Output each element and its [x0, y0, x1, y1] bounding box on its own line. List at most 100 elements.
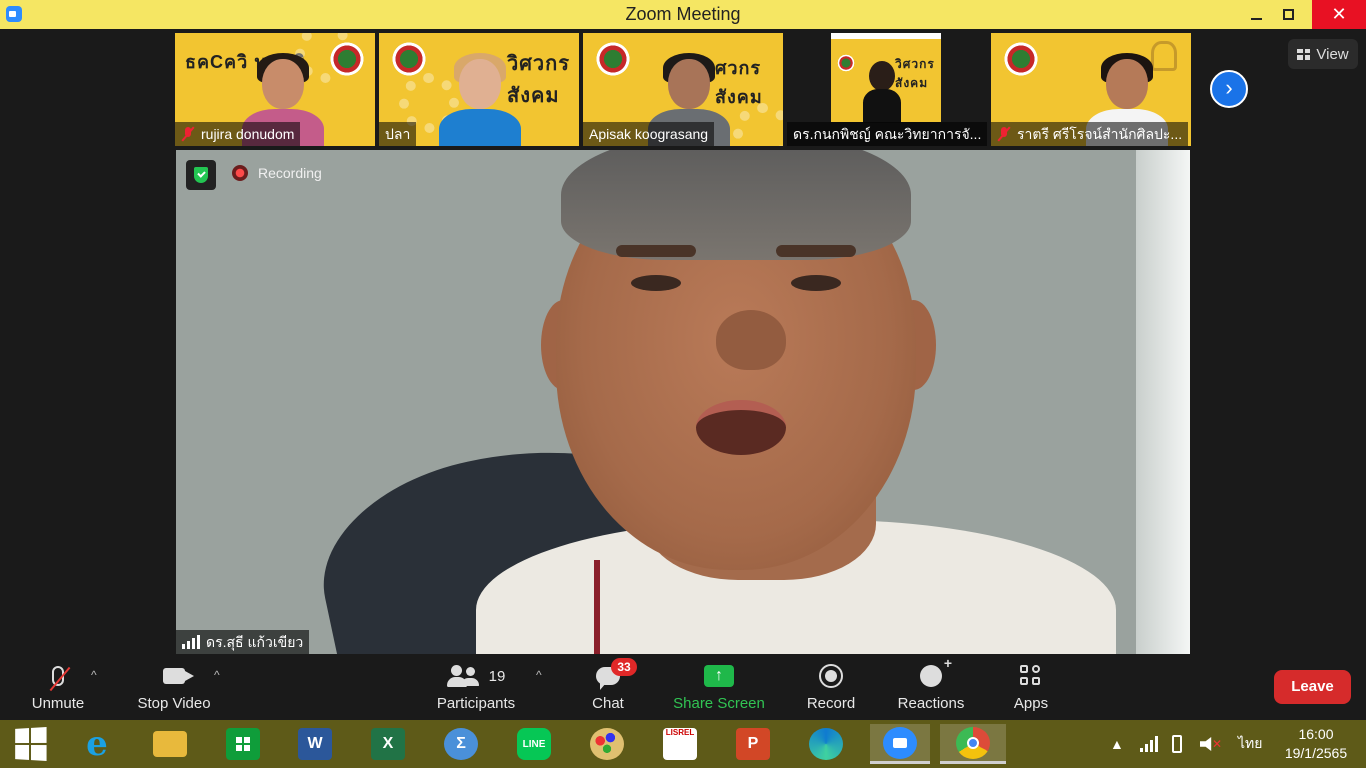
clock-date: 19/1/2565 [1284, 745, 1348, 761]
record-dot-icon [232, 165, 248, 181]
participants-options-caret[interactable]: ^ [536, 668, 542, 682]
shield-icon [194, 167, 208, 183]
participant-thumbnail[interactable]: วิศวกร สังคม ดร.กนกพิชญ์ คณะวิทยาการจั..… [787, 33, 987, 146]
store-icon [226, 728, 260, 760]
recording-label: Recording [258, 165, 322, 181]
share-screen-button[interactable]: ↑ Share Screen [670, 658, 768, 720]
unmute-button[interactable]: Unmute [22, 658, 94, 720]
participant-video: วิศวกร สังคม [831, 33, 941, 123]
volume-muted-icon[interactable]: ✕ [1200, 720, 1222, 768]
battery-icon[interactable] [1172, 720, 1182, 768]
internet-explorer-icon: e [86, 724, 108, 764]
participant-nameplate: ดร.กนกพิชญ์ คณะวิทยาการจั... [787, 122, 987, 146]
network-icon[interactable] [1140, 720, 1158, 768]
system-clock[interactable]: 16:00 19/1/2565 [1276, 725, 1356, 763]
edge-icon [809, 728, 843, 760]
taskbar-line[interactable]: LINE [509, 724, 559, 764]
paint-icon [590, 728, 624, 760]
excel-icon: X [371, 728, 405, 760]
participant-name: ราตรี ศรีโรจน์สำนักศิลปะ... [1017, 126, 1183, 142]
video-options-caret[interactable]: ^ [214, 668, 220, 682]
emoji-reaction-icon [920, 655, 952, 687]
record-button[interactable]: Record [800, 658, 862, 720]
participant-thumbnail[interactable]: ราตรี ศรีโรจน์สำนักศิลปะ... [991, 33, 1191, 146]
taskbar-lisrel[interactable]: LISREL [655, 724, 705, 764]
participant-video [434, 51, 524, 146]
mic-muted-icon [181, 126, 195, 142]
window-title: Zoom Meeting [625, 4, 741, 24]
signal-strength-icon [182, 635, 200, 649]
taskbar-file-explorer[interactable] [145, 724, 195, 764]
reactions-button[interactable]: Reactions [893, 655, 969, 720]
powerpoint-icon: P [736, 728, 770, 760]
title-bar: Zoom Meeting ✕ [0, 0, 1366, 29]
participant-name: ปลา [385, 126, 411, 142]
participants-count: 19 [488, 667, 506, 685]
stop-video-button[interactable]: Stop Video [130, 658, 218, 720]
maximize-icon [1282, 9, 1294, 20]
close-button[interactable]: ✕ [1312, 0, 1366, 29]
taskbar-internet-explorer[interactable]: e [72, 724, 122, 764]
clock-time: 16:00 [1298, 726, 1334, 742]
view-label: View [1316, 45, 1349, 63]
minimize-icon [1250, 17, 1262, 20]
zoom-icon [883, 726, 917, 759]
university-logo [591, 39, 635, 79]
active-speaker-video[interactable]: Recording ดร.สุธี แก้วเขียว [176, 150, 1190, 654]
next-page-button[interactable]: › [1210, 70, 1248, 108]
participants-button[interactable]: 19 Participants [432, 658, 520, 720]
poster-text: วิศวกร สังคม [895, 57, 935, 90]
participant-nameplate: rujira donudom [175, 122, 301, 146]
maximize-button[interactable] [1268, 0, 1308, 29]
taskbar-powerpoint[interactable]: P [728, 724, 778, 764]
chrome-icon [956, 726, 990, 759]
chat-button[interactable]: 33 Chat [578, 658, 638, 720]
thumbnail-strip: ธคCควิ นคชธิ rujira donudom วิศวกร สังคม [175, 33, 1191, 146]
speaker-nameplate: ดร.สุธี แก้วเขียว [176, 630, 310, 654]
lisrel-icon: LISREL [663, 728, 697, 760]
record-icon [819, 664, 843, 688]
start-button[interactable] [5, 724, 55, 764]
encryption-shield-button[interactable] [186, 160, 216, 190]
taskbar-store[interactable] [218, 724, 268, 764]
math-input-icon: Σ [444, 728, 478, 760]
university-logo [835, 53, 857, 73]
participant-thumbnail[interactable]: วิศวกร สังคม ปลา [379, 33, 579, 146]
chat-unread-badge: 33 [611, 658, 637, 676]
recording-indicator[interactable]: Recording [232, 165, 322, 181]
taskbar-excel[interactable]: X [363, 724, 413, 764]
participant-name: Apisak koograsang [589, 126, 709, 142]
taskbar-paint[interactable] [582, 724, 632, 764]
university-logo [999, 39, 1043, 79]
line-icon: LINE [517, 728, 551, 760]
camera-icon [163, 668, 194, 684]
apps-icon [1020, 665, 1042, 687]
participant-nameplate: ราตรี ศรีโรจน์สำนักศิลปะ... [991, 122, 1189, 146]
participant-thumbnail[interactable]: ธคCควิ นคชธิ rujira donudom [175, 33, 375, 146]
folder-icon [153, 731, 187, 757]
input-language[interactable]: ไทย [1238, 720, 1262, 768]
word-icon: W [298, 728, 332, 760]
taskbar-zoom[interactable] [870, 724, 930, 764]
audio-options-caret[interactable]: ^ [91, 668, 97, 682]
show-hidden-icons-button[interactable]: ▲ [1110, 720, 1124, 768]
taskbar-chrome[interactable] [940, 724, 1006, 764]
participants-icon [446, 665, 479, 687]
participant-nameplate: Apisak koograsang [583, 122, 715, 146]
meeting-stage: ธคCควิ นคชธิ rujira donudom วิศวกร สังคม [0, 29, 1366, 658]
leave-button[interactable]: Leave [1274, 670, 1351, 704]
view-button[interactable]: View [1288, 39, 1358, 69]
taskbar-word[interactable]: W [290, 724, 340, 764]
participant-thumbnail[interactable]: ศวกร สังคม Apisak koograsang [583, 33, 783, 146]
share-screen-icon: ↑ [704, 665, 734, 687]
university-logo [325, 39, 369, 79]
speaker-name: ดร.สุธี แก้วเขียว [206, 634, 304, 650]
taskbar-edge[interactable] [801, 724, 851, 764]
taskbar-math-input[interactable]: Σ [436, 724, 486, 764]
participant-name: ดร.กนกพิชญ์ คณะวิทยาการจั... [793, 126, 982, 142]
apps-button[interactable]: Apps [1008, 658, 1054, 720]
grid-view-icon [1297, 48, 1311, 60]
participant-nameplate: ปลา [379, 122, 417, 146]
windows-logo-icon [15, 727, 47, 761]
participant-name: rujira donudom [201, 126, 295, 142]
